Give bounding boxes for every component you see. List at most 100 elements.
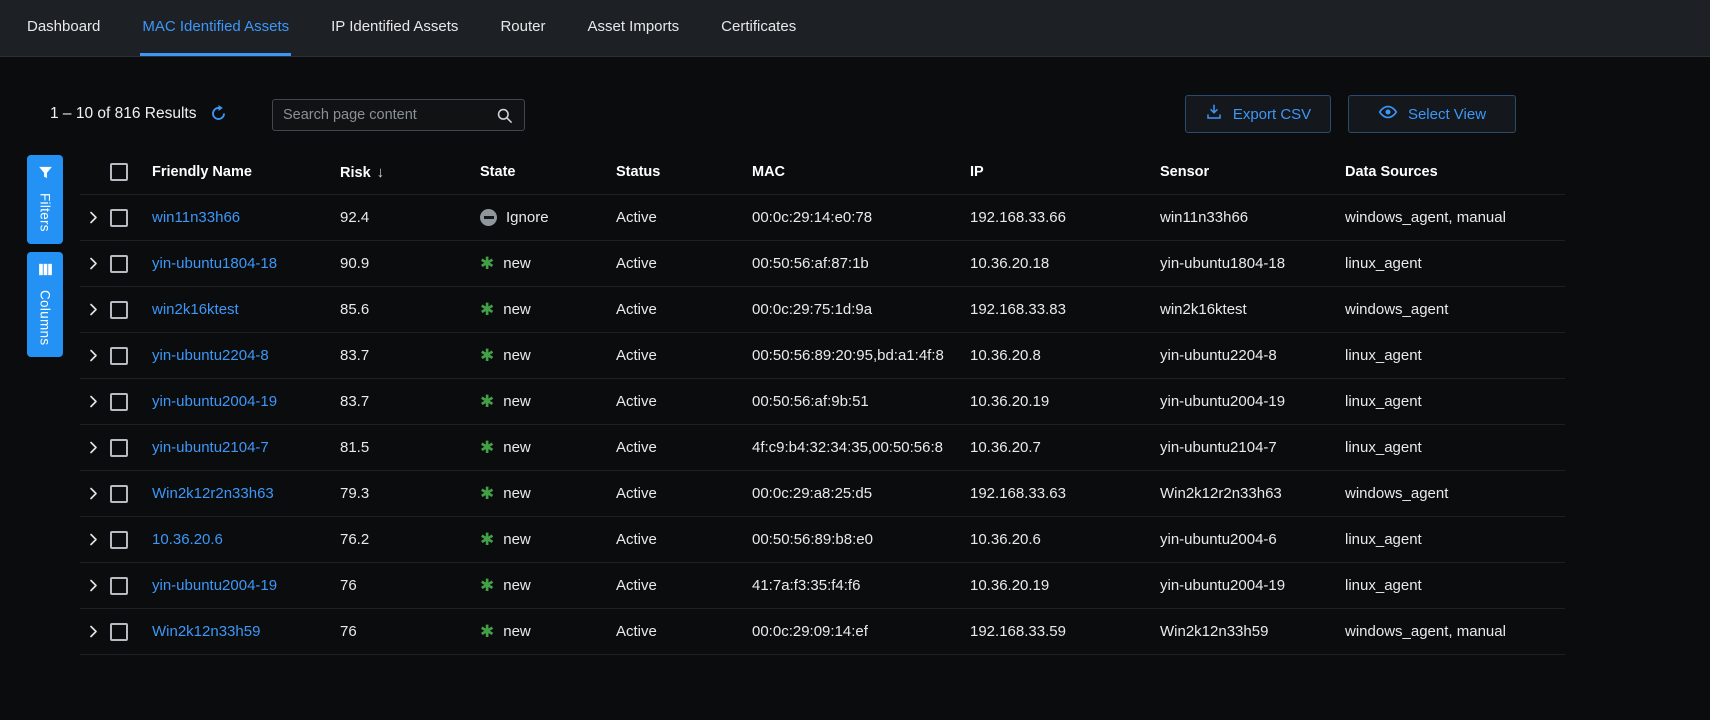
header-friendly-name[interactable]: Friendly Name: [152, 164, 340, 180]
risk-value: 79.3: [340, 485, 480, 502]
row-checkbox[interactable]: [110, 301, 128, 319]
state-label: new: [503, 485, 531, 502]
search-input[interactable]: [283, 107, 495, 123]
filters-button-label: Filters: [38, 193, 53, 232]
sensor-value: yin-ubuntu2104-7: [1160, 439, 1345, 456]
row-checkbox[interactable]: [110, 255, 128, 273]
results-summary: 1 – 10 of 816 Results: [50, 104, 228, 123]
header-ip[interactable]: IP: [970, 164, 1160, 180]
friendly-name-link[interactable]: yin-ubuntu1804-18: [152, 255, 277, 272]
header-data-sources[interactable]: Data Sources: [1345, 164, 1565, 180]
expand-chevron-icon[interactable]: [86, 210, 110, 225]
risk-value: 90.9: [340, 255, 480, 272]
new-state-icon: ✱: [480, 439, 494, 456]
ip-value: 10.36.20.18: [970, 255, 1160, 272]
results-count-text: 1 – 10 of 816 Results: [50, 105, 197, 123]
expand-chevron-icon[interactable]: [86, 532, 110, 547]
download-icon: [1205, 103, 1223, 125]
mac-value: 00:0c:29:a8:25:d5: [752, 485, 970, 502]
export-csv-button[interactable]: Export CSV: [1185, 95, 1331, 133]
friendly-name-link[interactable]: yin-ubuntu2004-19: [152, 577, 277, 594]
state-label: new: [503, 393, 531, 410]
expand-chevron-icon[interactable]: [86, 624, 110, 639]
table-row: yin-ubuntu2004-19 83.7 ✱ new Active 00:5…: [80, 379, 1565, 425]
select-all-checkbox[interactable]: [110, 163, 128, 181]
risk-value: 76: [340, 623, 480, 640]
sensor-value: yin-ubuntu1804-18: [1160, 255, 1345, 272]
assets-table: Friendly Name Risk↓ State Status MAC IP …: [80, 150, 1565, 655]
mac-value: 4f:c9:b4:32:34:35,00:50:56:8: [752, 439, 970, 456]
mac-value: 41:7a:f3:35:f4:f6: [752, 577, 970, 594]
friendly-name-link[interactable]: win2k16ktest: [152, 301, 239, 318]
state-label: new: [503, 301, 531, 318]
search-icon[interactable]: [495, 106, 514, 125]
status-value: Active: [616, 623, 752, 640]
friendly-name-link[interactable]: yin-ubuntu2204-8: [152, 347, 269, 364]
friendly-name-link[interactable]: Win2k12r2n33h63: [152, 485, 274, 502]
expand-chevron-icon[interactable]: [86, 348, 110, 363]
header-risk[interactable]: Risk↓: [340, 164, 480, 181]
sensor-value: yin-ubuntu2004-19: [1160, 393, 1345, 410]
sort-descending-icon[interactable]: ↓: [377, 164, 385, 181]
status-value: Active: [616, 577, 752, 594]
expand-chevron-icon[interactable]: [86, 440, 110, 455]
row-checkbox[interactable]: [110, 439, 128, 457]
row-checkbox[interactable]: [110, 347, 128, 365]
status-value: Active: [616, 347, 752, 364]
table-row: 10.36.20.6 76.2 ✱ new Active 00:50:56:89…: [80, 517, 1565, 563]
columns-button[interactable]: Columns: [27, 252, 63, 357]
friendly-name-link[interactable]: yin-ubuntu2104-7: [152, 439, 269, 456]
header-mac[interactable]: MAC: [752, 164, 970, 180]
columns-grid-icon: [37, 261, 54, 283]
tab-certificates[interactable]: Certificates: [719, 0, 798, 56]
risk-value: 81.5: [340, 439, 480, 456]
filters-button[interactable]: Filters: [27, 155, 63, 244]
row-checkbox[interactable]: [110, 623, 128, 641]
ignore-state-icon: [480, 209, 497, 226]
expand-chevron-icon[interactable]: [86, 486, 110, 501]
friendly-name-link[interactable]: yin-ubuntu2004-19: [152, 393, 277, 410]
expand-chevron-icon[interactable]: [86, 256, 110, 271]
sensor-value: Win2k12n33h59: [1160, 623, 1345, 640]
expand-chevron-icon[interactable]: [86, 394, 110, 409]
status-value: Active: [616, 209, 752, 226]
sensor-value: yin-ubuntu2004-6: [1160, 531, 1345, 548]
data-sources-value: linux_agent: [1345, 531, 1565, 548]
ip-value: 10.36.20.19: [970, 393, 1160, 410]
header-state[interactable]: State: [480, 164, 616, 180]
data-sources-value: linux_agent: [1345, 439, 1565, 456]
tab-router[interactable]: Router: [498, 0, 547, 56]
expand-chevron-icon[interactable]: [86, 302, 110, 317]
tab-ip-identified-assets[interactable]: IP Identified Assets: [329, 0, 460, 56]
row-checkbox[interactable]: [110, 577, 128, 595]
select-view-button[interactable]: Select View: [1348, 95, 1516, 133]
mac-value: 00:0c:29:75:1d:9a: [752, 301, 970, 318]
row-checkbox[interactable]: [110, 485, 128, 503]
new-state-icon: ✱: [480, 531, 494, 548]
tab-mac-identified-assets[interactable]: MAC Identified Assets: [140, 0, 291, 56]
tab-asset-imports[interactable]: Asset Imports: [585, 0, 681, 56]
sensor-value: win2k16ktest: [1160, 301, 1345, 318]
row-checkbox[interactable]: [110, 209, 128, 227]
search-box: [272, 99, 525, 131]
new-state-icon: ✱: [480, 623, 494, 640]
row-checkbox[interactable]: [110, 393, 128, 411]
tab-dashboard[interactable]: Dashboard: [25, 0, 102, 56]
table-body: win11n33h66 92.4 Ignore Active 00:0c:29:…: [80, 195, 1565, 655]
expand-chevron-icon[interactable]: [86, 578, 110, 593]
ip-value: 10.36.20.8: [970, 347, 1160, 364]
risk-value: 83.7: [340, 347, 480, 364]
state-label: new: [503, 531, 531, 548]
table-row: yin-ubuntu2204-8 83.7 ✱ new Active 00:50…: [80, 333, 1565, 379]
header-sensor[interactable]: Sensor: [1160, 164, 1345, 180]
data-sources-value: linux_agent: [1345, 347, 1565, 364]
mac-value: 00:50:56:89:20:95,bd:a1:4f:8: [752, 347, 970, 364]
ip-value: 10.36.20.7: [970, 439, 1160, 456]
row-checkbox[interactable]: [110, 531, 128, 549]
refresh-icon[interactable]: [209, 104, 228, 123]
friendly-name-link[interactable]: win11n33h66: [152, 209, 240, 226]
friendly-name-link[interactable]: Win2k12n33h59: [152, 623, 260, 640]
data-sources-value: windows_agent, manual: [1345, 209, 1565, 226]
header-status[interactable]: Status: [616, 164, 752, 180]
friendly-name-link[interactable]: 10.36.20.6: [152, 531, 223, 548]
